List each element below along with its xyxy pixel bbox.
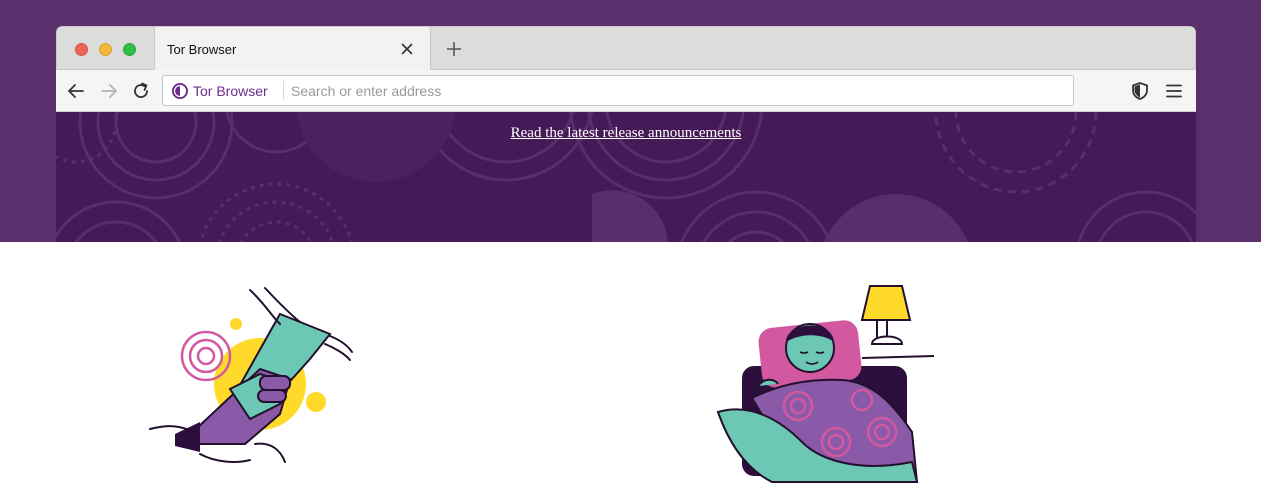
arrow-left-icon[interactable] <box>66 81 86 101</box>
url-bar[interactable]: Tor Browser <box>162 75 1074 106</box>
minimize-window-button[interactable] <box>99 43 112 56</box>
close-icon[interactable] <box>400 42 414 61</box>
window-controls <box>75 43 136 56</box>
browser-window: Tor Browser Tor Browser Search or enter … <box>56 26 1196 242</box>
reload-icon[interactable] <box>131 81 151 101</box>
tab-tor-browser[interactable]: Tor Browser <box>154 27 431 71</box>
hamburger-menu-icon[interactable] <box>1164 81 1184 106</box>
url-divider <box>283 81 284 100</box>
hand-handoff-illustration <box>149 287 353 463</box>
close-window-button[interactable] <box>75 43 88 56</box>
plus-icon[interactable] <box>445 40 463 63</box>
arrow-right-icon[interactable] <box>99 81 119 101</box>
site-identity-label[interactable]: Tor Browser <box>193 83 268 99</box>
tab-title: Tor Browser <box>167 42 237 57</box>
shield-icon[interactable] <box>1130 81 1150 106</box>
navigation-toolbar: Tor Browser <box>56 70 1196 112</box>
maximize-window-button[interactable] <box>123 43 136 56</box>
release-announcements-link[interactable]: Read the latest release announcements <box>56 125 1196 142</box>
person-in-bed-illustration <box>716 285 935 483</box>
address-input[interactable] <box>289 79 1063 103</box>
title-bar: Tor Browser <box>56 26 1196 71</box>
onion-icon[interactable] <box>171 82 189 105</box>
